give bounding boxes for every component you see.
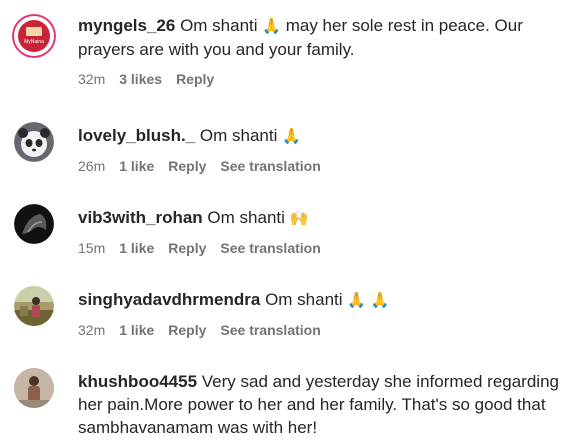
see-translation-link[interactable]: See translation [220, 158, 320, 174]
see-translation-link[interactable]: See translation [220, 240, 320, 256]
comment-time[interactable]: 15m [78, 240, 105, 256]
comment-username[interactable]: lovely_blush._ [78, 126, 195, 145]
comment-meta: 32m 3 likes Reply [78, 71, 564, 87]
comment-username[interactable]: singhyadavdhrmendra [78, 290, 260, 309]
raising-hands-emoji: 🙌 [289, 209, 309, 227]
praying-hands-emoji: 🙏 [262, 17, 281, 35]
comment-meta: 26m 1 like Reply See translation [78, 158, 564, 174]
likes-count[interactable]: 1 like [119, 322, 154, 338]
see-translation-link[interactable]: See translation [220, 322, 320, 338]
comment-time[interactable]: 32m [78, 71, 105, 87]
likes-count[interactable]: 1 like [119, 158, 154, 174]
praying-hands-emoji: 🙏 [282, 127, 301, 145]
brand-logo-avatar[interactable]: MyNaina [12, 14, 56, 58]
praying-hands-emoji: 🙏 🙏 [347, 291, 390, 309]
comment-meta: 15m 1 like Reply See translation [78, 240, 564, 256]
comment-time[interactable]: 32m [78, 322, 105, 338]
panda-avatar[interactable] [14, 122, 54, 162]
svg-text:MyNaina: MyNaina [24, 39, 44, 45]
comment-text: lovely_blush._ Om shanti 🙏 [78, 126, 301, 145]
comment-username[interactable]: khushboo4455 [78, 372, 197, 391]
comment-time[interactable]: 26m [78, 158, 105, 174]
reply-button[interactable]: Reply [168, 158, 206, 174]
comment-text: khushboo4455 Very sad and yesterday she … [78, 372, 559, 437]
comment-text: vib3with_rohan Om shanti 🙌 [78, 208, 309, 227]
reply-button[interactable]: Reply [168, 322, 206, 338]
person-photo-avatar[interactable] [14, 368, 54, 408]
likes-count[interactable]: 1 like [119, 240, 154, 256]
comment-username[interactable]: vib3with_rohan [78, 208, 203, 227]
comment-text: myngels_26 Om shanti 🙏 may her sole rest… [78, 16, 523, 59]
comment-text: singhyadavdhrmendra Om shanti 🙏 🙏 [78, 290, 390, 309]
reply-button[interactable]: Reply [176, 71, 214, 87]
likes-count[interactable]: 3 likes [119, 71, 162, 87]
comment-meta: 32m 1 like Reply See translation [78, 322, 564, 338]
reply-button[interactable]: Reply [168, 240, 206, 256]
outdoor-photo-avatar[interactable] [14, 286, 54, 326]
dark-profile-avatar[interactable] [14, 204, 54, 244]
comment-username[interactable]: myngels_26 [78, 16, 175, 35]
